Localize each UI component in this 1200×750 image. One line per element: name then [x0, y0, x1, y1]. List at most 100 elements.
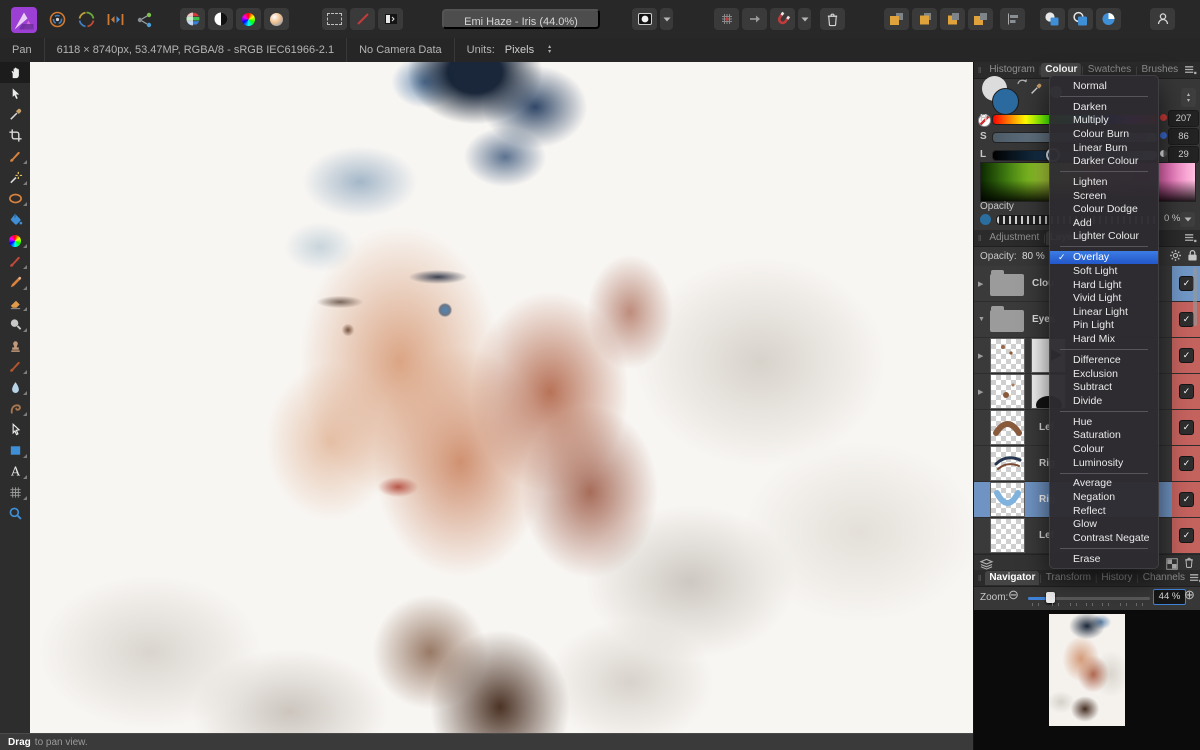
- layer-visibility-checkbox[interactable]: ✓: [1179, 384, 1194, 399]
- layer-visibility-checkbox[interactable]: ✓: [1179, 528, 1194, 543]
- diagonal-line-icon[interactable]: [350, 8, 375, 30]
- colour-opacity-value[interactable]: 0 %: [1164, 213, 1180, 224]
- node-tool[interactable]: [0, 419, 30, 440]
- gear-icon[interactable]: [1169, 249, 1182, 267]
- blend-mode-lighten[interactable]: Lighten: [1050, 175, 1158, 189]
- move-tool[interactable]: [0, 83, 30, 104]
- tab-adjustment[interactable]: Adjustment: [985, 231, 1043, 245]
- panel-menu-icon[interactable]: [1189, 573, 1200, 583]
- view-tool[interactable]: [0, 62, 30, 83]
- blend-mode-subtract[interactable]: Subtract: [1050, 380, 1158, 394]
- chevron-down-icon[interactable]: [798, 8, 811, 30]
- blend-mode-darken[interactable]: Darken: [1050, 100, 1158, 114]
- chevron-down-icon[interactable]: [660, 8, 673, 30]
- layer-visibility-checkbox[interactable]: ✓: [1179, 348, 1194, 363]
- selection-brush-tool[interactable]: [0, 167, 30, 188]
- blend-mode-difference[interactable]: Difference: [1050, 353, 1158, 367]
- zoom-in-icon[interactable]: ⊕: [1184, 587, 1195, 603]
- account-icon[interactable]: [1150, 8, 1175, 30]
- blur-tool[interactable]: [0, 377, 30, 398]
- trash-icon[interactable]: [820, 8, 845, 30]
- swap-colours-icon[interactable]: [1016, 74, 1028, 92]
- blend-mode-hue[interactable]: Hue: [1050, 415, 1158, 429]
- blend-mode-luminosity[interactable]: Luminosity: [1050, 456, 1158, 470]
- colour-picker-icon[interactable]: [1029, 82, 1043, 101]
- layer-visibility-checkbox[interactable]: ✓: [1179, 276, 1194, 291]
- dodge-brush-tool[interactable]: [0, 314, 30, 335]
- layer-visibility-checkbox[interactable]: ✓: [1179, 312, 1194, 327]
- primary-colour-swatch[interactable]: [992, 88, 1019, 115]
- lightness-value[interactable]: 29: [1168, 146, 1199, 163]
- marquee-rect-icon[interactable]: [322, 8, 347, 30]
- hue-value[interactable]: 207: [1168, 110, 1199, 127]
- develop-persona-icon[interactable]: [103, 7, 128, 32]
- navigator-thumbnail[interactable]: [1049, 614, 1125, 726]
- flood-fill-tool[interactable]: [0, 209, 30, 230]
- blend-mode-normal[interactable]: Normal: [1050, 79, 1158, 93]
- canvas[interactable]: [30, 62, 973, 733]
- blend-mode-erase[interactable]: Erase: [1050, 552, 1158, 566]
- rectangle-tool[interactable]: [0, 440, 30, 461]
- blend-mode-pin-light[interactable]: Pin Light: [1050, 319, 1158, 333]
- blend-mode-contrast-negate[interactable]: Contrast Negate: [1050, 531, 1158, 545]
- tab-channels[interactable]: Channels: [1139, 571, 1189, 585]
- layer-thumbnail[interactable]: [990, 518, 1025, 553]
- layer-visibility-checkbox[interactable]: ✓: [1179, 492, 1194, 507]
- blend-mode-average[interactable]: Average: [1050, 477, 1158, 491]
- liquify-persona-icon[interactable]: [74, 7, 99, 32]
- lock-icon[interactable]: [1187, 249, 1198, 267]
- blend-mode-exclusion[interactable]: Exclusion: [1050, 367, 1158, 381]
- units-stepper-icon[interactable]: ▴▾: [548, 45, 551, 55]
- boolean-add-icon[interactable]: [1040, 8, 1065, 30]
- blend-mode-glow[interactable]: Glow: [1050, 517, 1158, 531]
- layers-scrollbar[interactable]: [1193, 268, 1197, 326]
- vignette-icon[interactable]: [632, 8, 657, 30]
- blend-mode-screen[interactable]: Screen: [1050, 189, 1158, 203]
- alignment-icon[interactable]: [1000, 8, 1025, 30]
- blend-mode-multiply[interactable]: Multiply: [1050, 114, 1158, 128]
- tab-history[interactable]: History: [1097, 571, 1136, 585]
- panel-menu-icon[interactable]: [1184, 65, 1197, 75]
- channels-icon[interactable]: [378, 8, 403, 30]
- layer-thumbnail[interactable]: [990, 482, 1025, 517]
- layer-thumbnail[interactable]: [990, 338, 1025, 373]
- eraser-tool[interactable]: [0, 293, 30, 314]
- layer-thumbnail[interactable]: [990, 446, 1025, 481]
- colour-model-stepper[interactable]: ▴▾: [1181, 88, 1196, 107]
- smudge-tool[interactable]: [0, 398, 30, 419]
- zoom-tool[interactable]: [0, 503, 30, 524]
- colour-picker-tool[interactable]: [0, 104, 30, 125]
- panel-grip-icon[interactable]: ‖: [978, 574, 981, 583]
- disclosure-collapsed-icon[interactable]: ▶: [978, 352, 983, 360]
- tab-histogram[interactable]: Histogram: [985, 63, 1039, 77]
- panel-grip-icon[interactable]: ‖: [978, 66, 981, 75]
- photo-persona-icon[interactable]: [45, 7, 70, 32]
- zoom-out-icon[interactable]: ⊖: [1008, 587, 1019, 603]
- blend-mode-add[interactable]: Add: [1050, 216, 1158, 230]
- layer-visibility-checkbox[interactable]: ✓: [1179, 420, 1194, 435]
- share-icon[interactable]: [132, 7, 157, 32]
- move-right-icon[interactable]: [742, 8, 767, 30]
- blend-mode-colour[interactable]: Colour: [1050, 442, 1158, 456]
- marquee-tool[interactable]: [0, 188, 30, 209]
- boolean-intersect-icon[interactable]: [1096, 8, 1121, 30]
- clone-stamp-tool[interactable]: [0, 335, 30, 356]
- tab-navigator[interactable]: Navigator: [985, 571, 1039, 585]
- blend-mode-darker-colour[interactable]: Darker Colour: [1050, 154, 1158, 168]
- zoom-value[interactable]: 44 %: [1153, 589, 1186, 605]
- move-backward-icon[interactable]: [940, 8, 965, 30]
- crop-tool[interactable]: [0, 125, 30, 146]
- boolean-subtract-icon[interactable]: [1068, 8, 1093, 30]
- document-title[interactable]: Emi Haze - Iris (44.0%): [442, 9, 600, 29]
- disclosure-collapsed-icon[interactable]: ▶: [978, 280, 983, 288]
- blend-mode-saturation[interactable]: Saturation: [1050, 429, 1158, 443]
- grid-icon[interactable]: [714, 8, 739, 30]
- colour-wheel-icon[interactable]: [236, 8, 261, 30]
- tab-transform[interactable]: Transform: [1042, 571, 1095, 585]
- hsl-icon[interactable]: [180, 8, 205, 30]
- gradient-icon[interactable]: [264, 8, 289, 30]
- disclosure-collapsed-icon[interactable]: ▶: [978, 388, 983, 396]
- panel-menu-icon[interactable]: [1184, 233, 1197, 243]
- blend-mode-divide[interactable]: Divide: [1050, 394, 1158, 408]
- magnet-icon[interactable]: [770, 8, 795, 30]
